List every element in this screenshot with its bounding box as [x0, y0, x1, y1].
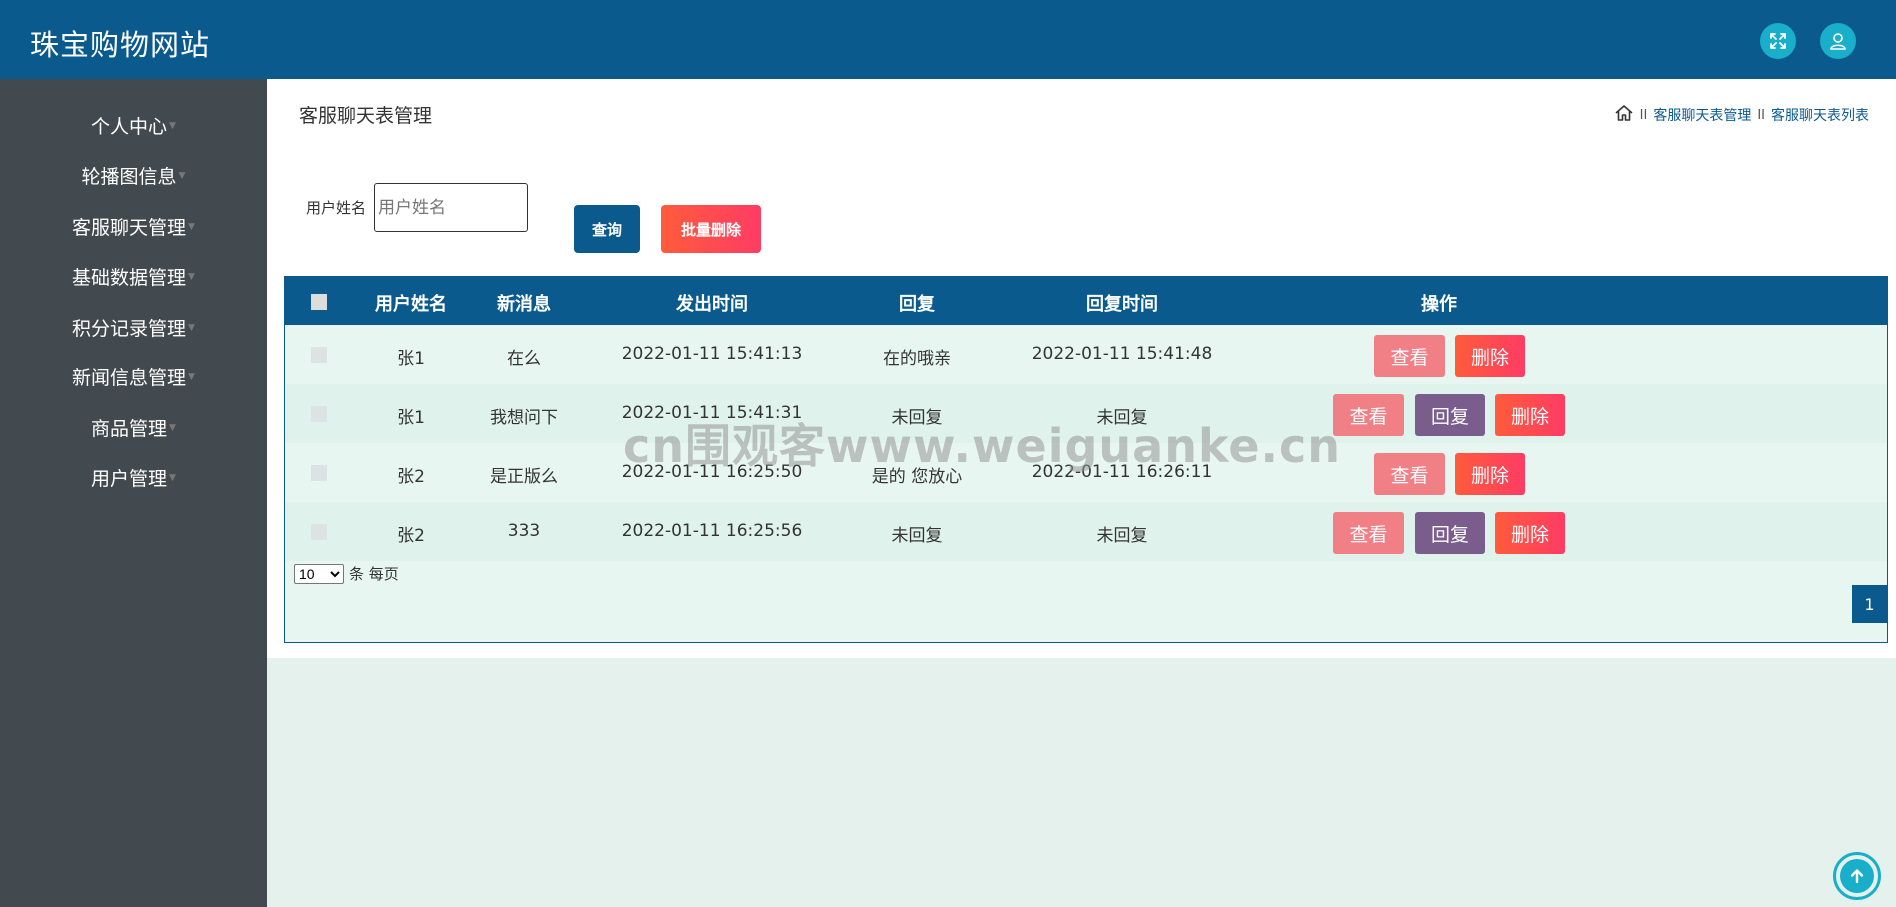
column-header: 发出时间 [676, 294, 748, 315]
cell-sent-time: 2022-01-11 15:41:31 [621, 403, 803, 423]
table-header: 用户姓名 新消息 发出时间 回复 回复时间 操作 [285, 277, 1887, 325]
search-label: 用户姓名 [306, 199, 367, 217]
sidebar-item-chat[interactable]: 客服聊天管理 ▼ [0, 206, 267, 246]
cell-sent-time: 2022-01-11 15:41:13 [621, 344, 803, 364]
sidebar-item-carousel[interactable]: 轮播图信息 ▼ [0, 155, 267, 195]
sidebar-item-personal-center[interactable]: 个人中心 ▼ [0, 105, 267, 145]
column-header: 回复 [899, 294, 935, 315]
cell-reply: 未回复 [891, 408, 943, 428]
column-header: 操作 [1421, 294, 1457, 315]
user-icon[interactable] [1820, 23, 1856, 59]
fullscreen-icon[interactable] [1760, 23, 1796, 59]
sidebar-item-label: 轮播图信息 [81, 165, 177, 188]
batch-delete-button[interactable]: 批量删除 [661, 205, 761, 253]
breadcrumb: II 客服聊天表管理 II 客服聊天表列表 [1614, 103, 1869, 127]
row-checkbox[interactable] [311, 465, 327, 481]
top-bar: 珠宝购物网站 [0, 0, 1896, 79]
row-checkbox[interactable] [311, 524, 327, 540]
cell-reply: 在的哦亲 [883, 349, 951, 369]
main-content: 客服聊天表管理 II 客服聊天表管理 II 客服聊天表列表 用户姓名 查询 批量… [267, 79, 1896, 658]
select-all-checkbox[interactable] [311, 294, 327, 310]
page-number-button[interactable]: 1 [1852, 585, 1887, 623]
table-row: 张1 在么 2022-01-11 15:41:13 在的哦亲 2022-01-1… [285, 325, 1887, 384]
caret-down-icon: ▼ [188, 272, 195, 282]
cell-reply-time: 未回复 [1096, 526, 1148, 546]
page-size-control: 10 条 每页 [294, 563, 399, 584]
sidebar-item-label: 商品管理 [91, 417, 168, 440]
sidebar-item-label: 基础数据管理 [72, 266, 187, 289]
sidebar-item-label: 客服聊天管理 [72, 216, 187, 239]
cell-reply-time: 未回复 [1096, 408, 1148, 428]
breadcrumb-item-chat-list[interactable]: 客服聊天表列表 [1771, 105, 1869, 125]
cell-message: 333 [507, 521, 541, 541]
cell-reply-time: 2022-01-11 15:41:48 [1031, 344, 1213, 364]
sidebar: 个人中心 ▼ 轮播图信息 ▼ 客服聊天管理 ▼ 基础数据管理 ▼ 积分记录管理 ▼ 新闻信… [0, 79, 267, 907]
caret-down-icon: ▼ [178, 171, 186, 181]
column-header: 用户姓名 [375, 294, 447, 315]
sidebar-item-label: 用户管理 [91, 467, 168, 490]
sidebar-item-points[interactable]: 积分记录管理 ▼ [0, 307, 267, 347]
cell-message: 是正版么 [490, 467, 558, 487]
cell-user: 张2 [397, 526, 425, 546]
caret-down-icon: ▼ [188, 372, 195, 382]
view-button[interactable]: 查看 [1333, 512, 1404, 554]
app-title: 珠宝购物网站 [30, 28, 211, 62]
view-button[interactable]: 查看 [1374, 453, 1445, 495]
sidebar-item-label: 新闻信息管理 [72, 366, 187, 389]
cell-message: 我想问下 [490, 408, 558, 428]
sidebar-item-label: 积分记录管理 [72, 317, 187, 340]
caret-down-icon: ▼ [169, 423, 176, 433]
reply-button[interactable]: 回复 [1415, 512, 1485, 554]
caret-down-icon: ▼ [169, 121, 176, 131]
breadcrumb-separator: II [1639, 107, 1648, 123]
cell-reply: 是的 您放心 [871, 467, 963, 487]
column-header: 新消息 [497, 294, 551, 315]
sidebar-item-products[interactable]: 商品管理 ▼ [0, 407, 267, 447]
cell-reply-time: 2022-01-11 16:26:11 [1031, 462, 1213, 482]
query-button[interactable]: 查询 [574, 205, 640, 253]
sidebar-item-label: 个人中心 [91, 115, 168, 138]
caret-down-icon: ▼ [188, 222, 195, 232]
delete-button[interactable]: 删除 [1455, 335, 1525, 377]
page-size-select[interactable]: 10 [294, 563, 344, 584]
breadcrumb-item-chat-management[interactable]: 客服聊天表管理 [1653, 105, 1751, 125]
back-to-top-button[interactable] [1833, 852, 1881, 900]
home-icon[interactable] [1614, 103, 1634, 127]
sidebar-item-news[interactable]: 新闻信息管理 ▼ [0, 356, 267, 396]
view-button[interactable]: 查看 [1374, 335, 1445, 377]
cell-reply: 未回复 [891, 526, 943, 546]
table-row: 张2 是正版么 2022-01-11 16:25:50 是的 您放心 2022-… [285, 443, 1887, 502]
caret-down-icon: ▼ [169, 473, 176, 483]
row-checkbox[interactable] [311, 406, 327, 422]
view-button[interactable]: 查看 [1333, 394, 1404, 436]
cell-message: 在么 [507, 349, 541, 369]
cell-user: 张2 [397, 467, 425, 487]
column-header: 回复时间 [1086, 294, 1158, 315]
page-title: 客服聊天表管理 [299, 105, 433, 127]
sidebar-item-users[interactable]: 用户管理 ▼ [0, 457, 267, 497]
caret-down-icon: ▼ [188, 323, 195, 333]
reply-button[interactable]: 回复 [1415, 394, 1485, 436]
username-search-input[interactable] [374, 183, 528, 232]
chat-table: 用户姓名 新消息 发出时间 回复 回复时间 操作 张1 在么 2022-01-1… [284, 276, 1888, 643]
delete-button[interactable]: 删除 [1495, 394, 1565, 436]
sidebar-item-base-data[interactable]: 基础数据管理 ▼ [0, 256, 267, 296]
cell-sent-time: 2022-01-11 16:25:50 [621, 462, 803, 482]
cell-sent-time: 2022-01-11 16:25:56 [621, 521, 803, 541]
delete-button[interactable]: 删除 [1495, 512, 1565, 554]
arrow-up-icon [1840, 859, 1874, 893]
row-checkbox[interactable] [311, 347, 327, 363]
per-page-label: 条 每页 [349, 565, 399, 583]
table-row: 张1 我想问下 2022-01-11 15:41:31 未回复 未回复 查看 回… [285, 384, 1887, 443]
cell-user: 张1 [397, 408, 425, 428]
breadcrumb-separator: II [1757, 107, 1765, 123]
delete-button[interactable]: 删除 [1455, 453, 1525, 495]
cell-user: 张1 [397, 349, 425, 369]
table-row: 张2 333 2022-01-11 16:25:56 未回复 未回复 查看 回复… [285, 502, 1887, 561]
